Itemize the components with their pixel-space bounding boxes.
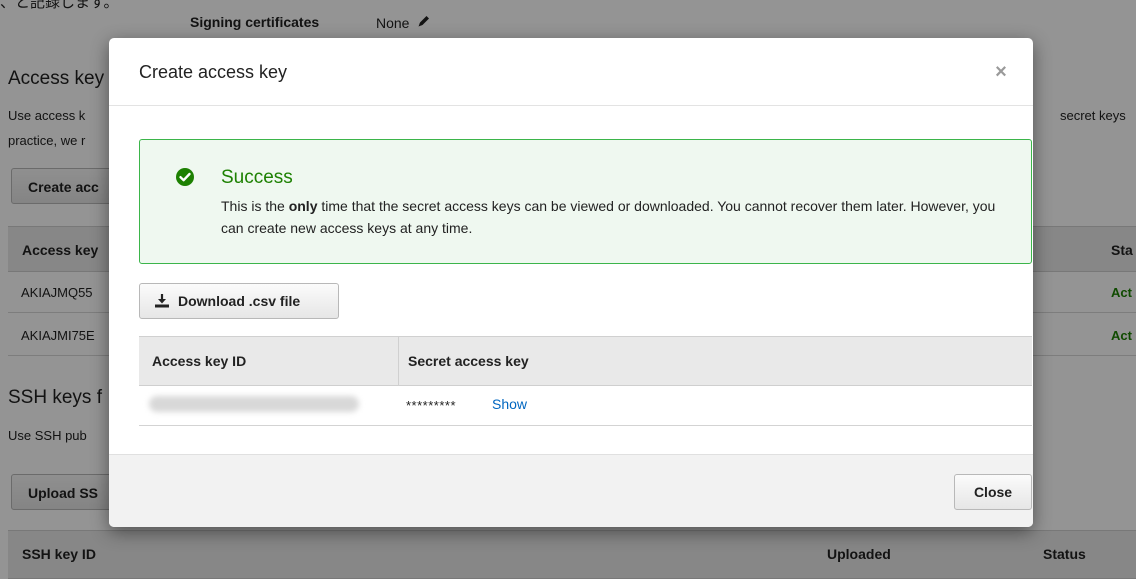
table-bottom-border [139,425,1032,426]
modal-footer [109,454,1033,527]
download-csv-button[interactable]: Download .csv file [139,283,339,319]
show-secret-link[interactable]: Show [492,396,527,412]
modal-title: Create access key [139,62,288,82]
alert-text-bold: only [288,198,318,214]
download-csv-label: Download .csv file [178,293,301,309]
success-alert: Success This is the only time that the s… [139,139,1032,264]
col-secret-access-key: Secret access key [408,353,529,369]
secret-key-mask: ********* [406,398,457,413]
access-key-table: Access key ID Secret access key ********… [139,336,1032,427]
alert-message: This is the only time that the secret ac… [221,195,1011,239]
close-icon[interactable]: × [991,62,1011,82]
close-button[interactable]: Close [954,474,1032,510]
check-circle-icon [175,167,195,187]
download-icon [154,294,170,308]
create-access-key-modal: Create access key × Success This is the … [109,38,1033,527]
modal-header: Create access key × [109,38,1033,106]
alert-title: Success [221,167,293,188]
alert-text-after: time that the secret access keys can be … [221,198,996,236]
redacted-access-key-id [149,396,359,412]
access-key-table-header [139,336,1032,386]
col-access-key-id: Access key ID [152,353,247,369]
alert-text-before: This is the [221,198,289,214]
column-divider [398,336,399,386]
